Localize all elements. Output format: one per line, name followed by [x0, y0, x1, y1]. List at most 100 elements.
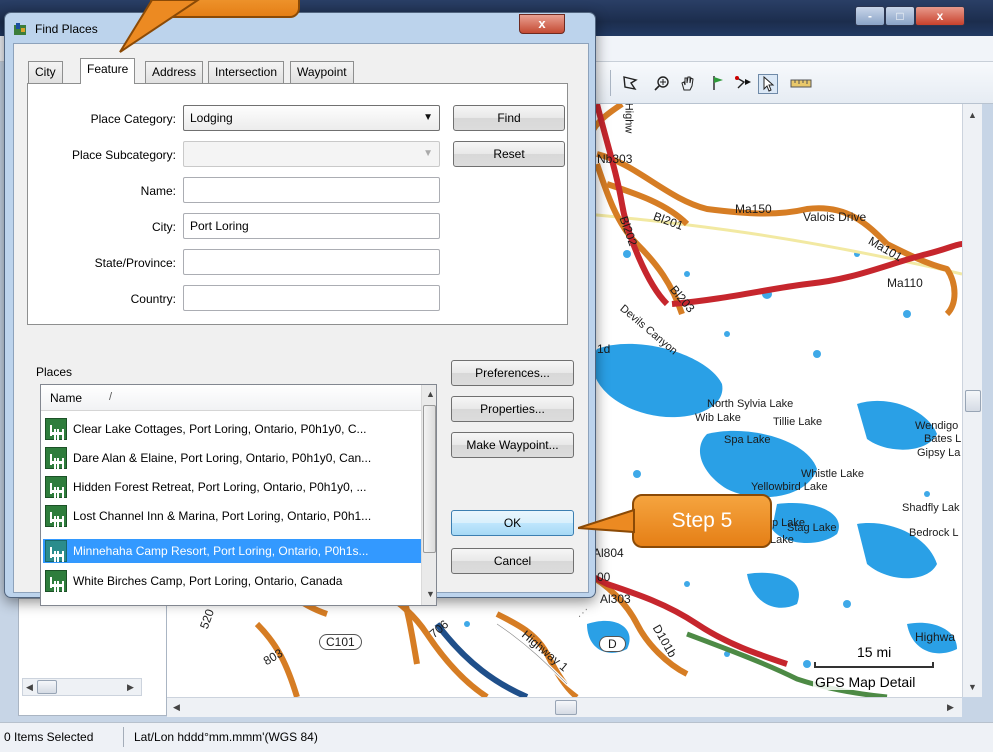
scroll-left-icon[interactable]: ◀ [26, 682, 33, 693]
status-bar: 0 Items Selected Lat/Lon hddd°mm.mmm'(WG… [0, 722, 993, 752]
dialog-titlebar[interactable]: Find Places x [5, 13, 595, 43]
place-name: Minnehaha Camp Resort, Port Loring, Onta… [73, 544, 369, 558]
scroll-thumb[interactable] [555, 700, 577, 715]
reset-button[interactable]: Reset [453, 141, 565, 167]
scroll-right-icon[interactable]: ▶ [127, 682, 134, 693]
map-label: Spa Lake [724, 434, 771, 446]
list-item-selected[interactable]: Minnehaha Camp Resort, Port Loring, Onta… [43, 539, 421, 563]
map-label: Al303 [600, 592, 631, 606]
map-label: North Sylvia Lake [707, 398, 794, 410]
map-label: Gipsy La [917, 447, 961, 459]
scroll-up-icon[interactable]: ▲ [426, 389, 435, 399]
route-icon[interactable] [734, 74, 754, 94]
ok-button[interactable]: OK [451, 510, 574, 536]
app-close-button[interactable]: x [915, 6, 965, 26]
place-category-value: Lodging [190, 111, 233, 125]
place-name: Lost Channel Inn & Marina, Port Loring, … [73, 509, 372, 523]
list-item[interactable]: Clear Lake Cottages, Port Loring, Ontari… [43, 417, 421, 441]
map-horizontal-scrollbar[interactable]: ◀ ▶ [167, 697, 962, 717]
state-province-label: State/Province: [94, 256, 176, 270]
feature-tab-panel: Place Category: Lodging ▼ Place Subcateg… [27, 83, 568, 325]
map-label: Lake [770, 534, 794, 546]
places-scrollbar[interactable]: ▲ ▼ [421, 385, 436, 605]
zoom-icon[interactable] [652, 74, 672, 94]
tab-waypoint[interactable]: Waypoint [290, 61, 354, 83]
dialog-close-button[interactable]: x [519, 14, 565, 34]
side-panel-scrollbar[interactable]: ◀ ▶ [22, 678, 142, 696]
status-selected-count: 0 Items Selected [4, 730, 94, 744]
city-label: City: [152, 220, 176, 234]
map-label: Tillie Lake [773, 416, 823, 428]
close-icon: x [936, 9, 944, 23]
list-item[interactable]: Dare Alan & Elaine, Port Loring, Ontario… [43, 446, 421, 470]
make-waypoint-button[interactable]: Make Waypoint... [451, 432, 574, 458]
map-toolbar [590, 62, 993, 104]
places-column-header[interactable]: Name / [41, 385, 421, 411]
country-label: Country: [130, 292, 176, 306]
map-label: Nb303 [597, 152, 633, 166]
map-vertical-scrollbar[interactable]: ▲ ▼ [962, 104, 982, 697]
list-item[interactable]: Lost Channel Inn & Marina, Port Loring, … [43, 504, 421, 528]
find-button[interactable]: Find [453, 105, 565, 131]
place-subcategory-label: Place Subcategory: [71, 148, 176, 162]
lodging-icon [45, 418, 67, 440]
city-field[interactable]: Port Loring [183, 213, 440, 239]
preferences-button[interactable]: Preferences... [451, 360, 574, 386]
pan-hand-icon[interactable] [678, 74, 698, 94]
properties-button[interactable]: Properties... [451, 396, 574, 422]
list-item[interactable]: Hidden Forest Retreat, Port Loring, Onta… [43, 475, 421, 499]
scroll-down-icon[interactable]: ▼ [426, 589, 435, 599]
tutorial-callout-step5: Step 5 [632, 494, 772, 548]
places-list[interactable]: Name / Clear Lake Cottages, Port Loring,… [40, 384, 437, 606]
callout-pointer-icon [119, 0, 200, 53]
country-field[interactable] [183, 285, 440, 311]
cancel-button[interactable]: Cancel [451, 548, 574, 574]
lodging-icon [45, 447, 67, 469]
callout-pointer-icon [578, 508, 635, 534]
lodging-icon [45, 476, 67, 498]
name-label: Name: [140, 184, 176, 198]
map-label: Shadfly Lak [902, 502, 960, 514]
place-category-label: Place Category: [90, 112, 176, 126]
map-scale-bar [814, 662, 934, 668]
scroll-thumb[interactable] [423, 405, 436, 553]
tab-city[interactable]: City [28, 61, 63, 83]
find-places-dialog: Find Places x City Feature Address Inter… [4, 12, 596, 619]
tab-address[interactable]: Address [145, 61, 204, 83]
maximize-icon: □ [896, 9, 904, 23]
scroll-up-icon[interactable]: ▲ [968, 110, 977, 120]
map-label: Stag Lake [787, 522, 837, 534]
resize-grip-icon[interactable]: ⋰ [578, 608, 592, 622]
map-label: Bates L [924, 433, 962, 445]
map-scale-label: 15 mi [857, 644, 892, 660]
scroll-thumb[interactable] [37, 680, 57, 694]
name-field[interactable] [183, 177, 440, 203]
scroll-left-icon[interactable]: ◀ [173, 702, 180, 713]
map-label: 1d [597, 342, 611, 356]
place-category-select[interactable]: Lodging ▼ [183, 105, 440, 131]
status-coordinate-format: Lat/Lon hddd°mm.mmm'(WGS 84) [134, 730, 318, 744]
tab-feature[interactable]: Feature [80, 58, 136, 84]
list-item[interactable]: White Birches Camp, Port Loring, Ontario… [43, 569, 421, 593]
waypoint-flag-icon[interactable] [708, 74, 728, 94]
state-province-field[interactable] [183, 249, 440, 275]
minimize-button[interactable]: - [855, 6, 885, 26]
minimize-icon: - [868, 9, 872, 23]
lodging-icon [45, 570, 67, 592]
tab-intersection[interactable]: Intersection [208, 61, 285, 83]
place-name: White Birches Camp, Port Loring, Ontario… [73, 574, 343, 588]
maximize-button[interactable]: □ [885, 6, 915, 26]
measure-icon[interactable] [790, 74, 812, 94]
select-area-icon[interactable] [620, 74, 640, 94]
scroll-thumb[interactable] [965, 390, 981, 412]
scroll-down-icon[interactable]: ▼ [968, 682, 977, 692]
pointer-icon[interactable] [758, 74, 778, 94]
map-label: Valois Drive [803, 210, 867, 224]
places-label: Places [36, 365, 73, 379]
scroll-right-icon[interactable]: ▶ [947, 702, 954, 713]
map-label: Whistle Lake [801, 468, 864, 480]
map-label: Wib Lake [695, 412, 741, 424]
map-label: Highw [622, 104, 635, 134]
place-name: Clear Lake Cottages, Port Loring, Ontari… [73, 422, 367, 436]
place-subcategory-select[interactable]: ▼ [183, 141, 440, 167]
